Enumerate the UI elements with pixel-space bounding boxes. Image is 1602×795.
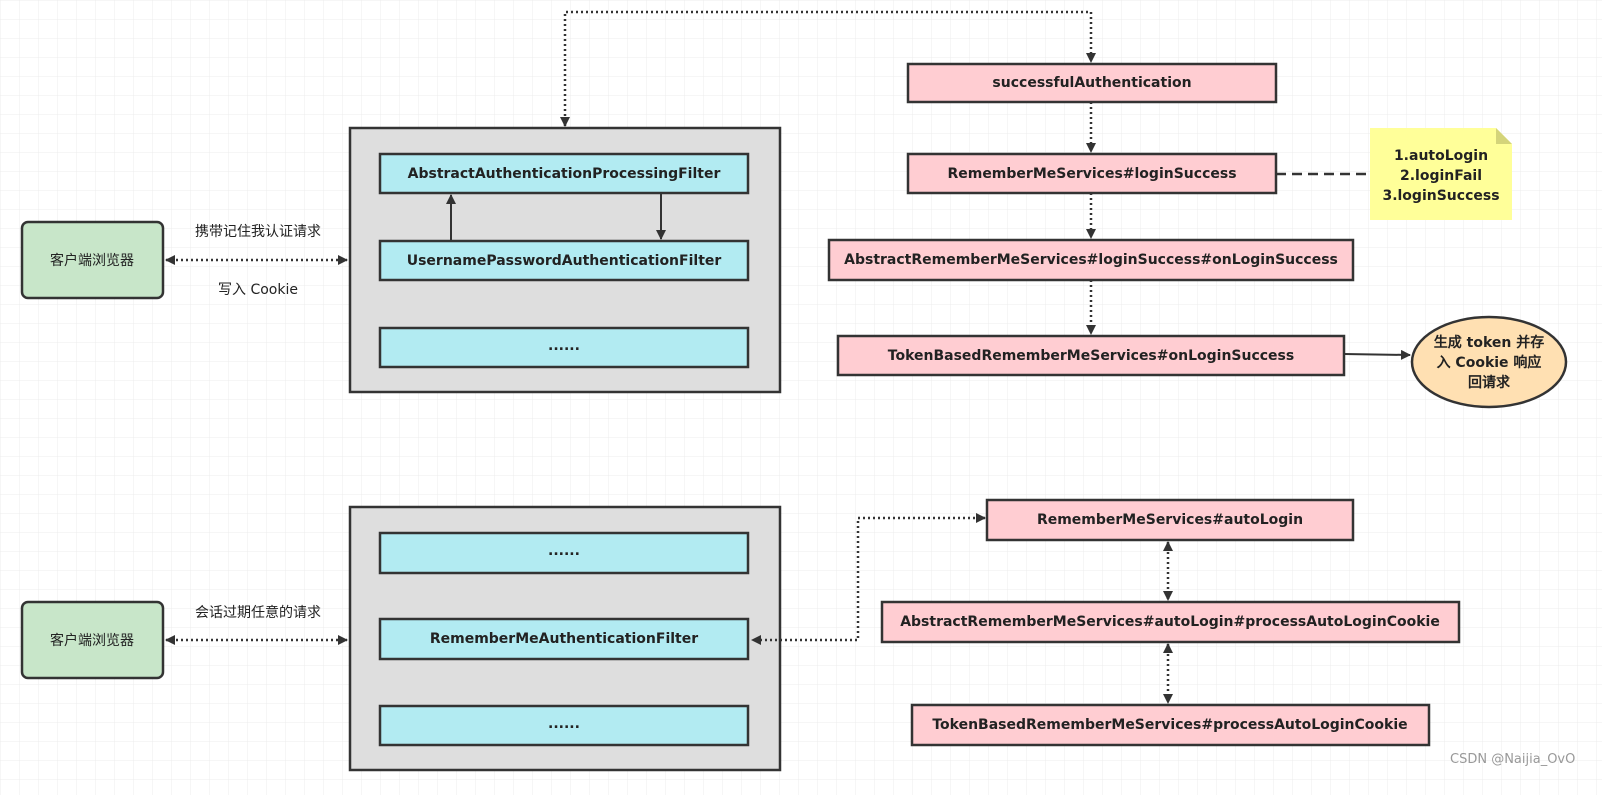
svg-text:successfulAuthentication: successfulAuthentication	[992, 75, 1191, 91]
svg-text:生成 token 并存: 生成 token 并存	[1434, 334, 1544, 351]
service-tokenbased-process-autologin-cookie: TokenBasedRememberMeServices#processAuto…	[910, 703, 1431, 747]
service-abstract-process-autologin-cookie: AbstractRememberMeServices#autoLogin#pro…	[880, 600, 1461, 644]
svg-text:......: ......	[548, 543, 580, 559]
service-rememberme-autologin: RememberMeServices#autoLogin	[985, 498, 1355, 542]
filter-ellipsis: ......	[378, 326, 750, 369]
svg-text:TokenBasedRememberMeServices#o: TokenBasedRememberMeServices#onLoginSucc…	[888, 348, 1294, 364]
client-browser-top: 客户端浏览器	[20, 220, 165, 300]
service-tokenbased-on-login-success: TokenBasedRememberMeServices#onLoginSucc…	[836, 334, 1346, 377]
methods-note: 1.autoLogin 2.loginFail 3.loginSuccess	[1370, 128, 1512, 220]
filter-username-password: UsernamePasswordAuthenticationFilter	[378, 239, 750, 282]
filter-ellipsis-2: ......	[378, 704, 750, 747]
service-rememberme-login-success: RememberMeServices#loginSuccess	[906, 152, 1278, 195]
svg-text:AbstractAuthenticationProcessi: AbstractAuthenticationProcessingFilter	[408, 166, 721, 182]
svg-text:入 Cookie 响应: 入 Cookie 响应	[1437, 354, 1542, 371]
response-label: 写入 Cookie	[218, 282, 298, 298]
svg-text:RememberMeServices#loginSucces: RememberMeServices#loginSuccess	[947, 166, 1236, 182]
svg-text:3.loginSuccess: 3.loginSuccess	[1382, 188, 1499, 204]
svg-text:AbstractRememberMeServices#log: AbstractRememberMeServices#loginSuccess#…	[844, 252, 1338, 268]
svg-text:2.loginFail: 2.loginFail	[1400, 168, 1482, 184]
svg-text:回请求: 回请求	[1468, 374, 1511, 391]
client-browser-bottom: 客户端浏览器	[20, 600, 165, 680]
svg-text:TokenBasedRememberMeServices#p: TokenBasedRememberMeServices#processAuto…	[932, 717, 1407, 733]
result-ellipse: 生成 token 并存 入 Cookie 响应 回请求	[1410, 315, 1568, 409]
svg-text:......: ......	[548, 716, 580, 732]
svg-text:1.autoLogin: 1.autoLogin	[1394, 148, 1488, 164]
filter-rememberme-authentication: RememberMeAuthenticationFilter	[378, 617, 750, 661]
diagram-canvas: AbstractAuthenticationProcessingFilter U…	[0, 0, 1602, 795]
svg-text:RememberMeServices#autoLogin: RememberMeServices#autoLogin	[1037, 512, 1303, 528]
request-label: 携带记住我认证请求	[195, 224, 321, 240]
watermark: CSDN @Naijia_OvO	[1450, 752, 1575, 767]
expired-session-label: 会话过期任意的请求	[195, 604, 321, 621]
grid-background	[0, 0, 1602, 795]
result-arrow	[1343, 349, 1411, 360]
filter-abstract-auth-processing: AbstractAuthenticationProcessingFilter	[378, 152, 750, 195]
svg-text:UsernamePasswordAuthentication: UsernamePasswordAuthenticationFilter	[407, 253, 722, 269]
svg-text:客户端浏览器: 客户端浏览器	[50, 252, 134, 269]
filter-ellipsis-1: ......	[378, 531, 750, 575]
svg-text:......: ......	[548, 338, 580, 354]
svg-text:AbstractRememberMeServices#aut: AbstractRememberMeServices#autoLogin#pro…	[900, 614, 1440, 630]
service-abstract-on-login-success: AbstractRememberMeServices#loginSuccess#…	[827, 238, 1355, 282]
svg-text:客户端浏览器: 客户端浏览器	[50, 632, 134, 649]
service-successful-authentication: successfulAuthentication	[906, 62, 1278, 104]
svg-text:RememberMeAuthenticationFilter: RememberMeAuthenticationFilter	[430, 631, 698, 647]
